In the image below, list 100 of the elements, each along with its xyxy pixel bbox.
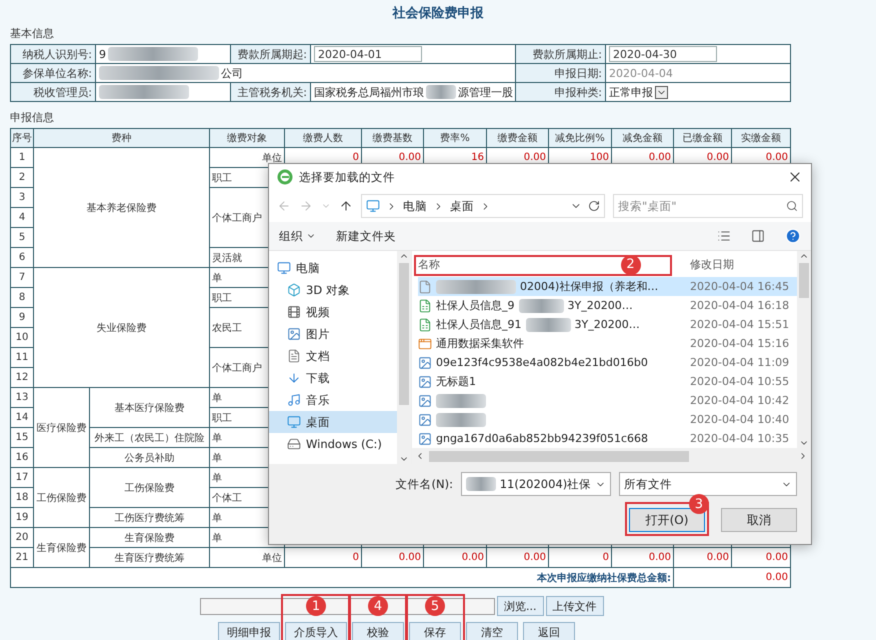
path-segment[interactable]: 电脑 — [403, 198, 427, 214]
row-number: 10 — [16, 332, 28, 343]
row-number: 12 — [16, 372, 28, 383]
file-name: 3Y_20200… — [574, 318, 640, 331]
action-button[interactable]: 明细申报 — [218, 622, 280, 640]
preview-pane-icon[interactable] — [751, 229, 765, 243]
payer-type: 职工 — [212, 172, 232, 184]
column-header[interactable]: 修改日期 — [690, 256, 797, 272]
payer-type: 单 — [212, 272, 222, 284]
refresh-icon[interactable] — [588, 200, 600, 212]
desktop-icon — [287, 415, 301, 429]
action-button[interactable]: 校验 — [352, 622, 404, 640]
field-label: 申报种类: — [554, 84, 602, 100]
row-number: 19 — [16, 512, 28, 523]
payer-type: 单位 — [262, 152, 282, 164]
field-value: 国家税务总局福州市琅 — [314, 84, 424, 100]
row-number: 9 — [18, 312, 26, 323]
film-icon — [287, 305, 301, 319]
dialog-title: 选择要加载的文件 — [299, 170, 395, 184]
open-button[interactable]: 打开(O) — [629, 508, 705, 532]
file-name-field[interactable]: 11(202004)社保 — [461, 472, 611, 496]
file-row[interactable]: 无标题1 2020-04-04 10:55 — [418, 372, 797, 391]
column-header: 实缴金额 — [741, 133, 781, 144]
scroll-thumb[interactable] — [399, 263, 409, 405]
dropdown-icon[interactable] — [655, 86, 668, 98]
organize-menu[interactable]: 组织 — [279, 228, 316, 244]
nav-item[interactable]: 桌面 — [269, 411, 397, 433]
action-button[interactable]: 返回 — [523, 622, 575, 640]
payer-type: 单 — [212, 472, 222, 484]
row-number: 5 — [18, 232, 26, 243]
nav-item[interactable]: 音乐 — [269, 389, 397, 411]
file-name: 社保人员信息_91 — [436, 317, 522, 332]
address-bar[interactable]: 电脑 桌面 — [361, 194, 605, 218]
payer-type: 单 — [212, 532, 222, 544]
total-label: 本次申报应缴纳社保费总金额: — [537, 572, 671, 584]
modified-date: 2020-04-04 10:55 — [690, 375, 790, 388]
column-header[interactable]: 名称 — [418, 256, 440, 272]
scrollbar[interactable] — [797, 251, 811, 448]
fee-category: 生育保险费 — [36, 542, 86, 554]
cancel-button[interactable]: 取消 — [721, 508, 797, 532]
field-label: 纳税人识别号: — [22, 46, 92, 62]
file-row[interactable]: 2020-04-04 10:42 — [418, 391, 797, 410]
help-icon[interactable] — [785, 228, 801, 244]
modified-date: 2020-04-04 10:40 — [690, 413, 790, 426]
payer-type: 灵活就 — [212, 252, 242, 264]
nav-item[interactable]: 电脑 — [269, 257, 397, 279]
scroll-thumb[interactable] — [799, 263, 809, 298]
file-name: 3Y_20200… — [568, 299, 633, 312]
file-type-select[interactable]: 所有文件 — [619, 472, 797, 496]
payer-type: 个体工 — [212, 492, 242, 504]
action-button[interactable]: 清空 — [466, 622, 518, 640]
scrollbar[interactable] — [412, 448, 811, 464]
row-number: 7 — [18, 272, 26, 283]
file-row[interactable]: 02004)社保申报（养老和… 2020-04-04 16:45 — [418, 277, 797, 296]
column-header: 减免金额 — [622, 133, 662, 144]
browser-logo-icon — [277, 169, 293, 185]
step-marker: 1 — [306, 596, 326, 616]
browse-button[interactable]: 浏览... — [497, 596, 544, 616]
fee-category: 工伤保险费 — [36, 492, 86, 504]
file-row[interactable]: 社保人员信息_9 3Y_20200… 2020-04-04 16:18 — [418, 296, 797, 315]
payer-type: 职工 — [212, 292, 232, 304]
file-row[interactable]: gnga167d0a6ab852bb94239f051c668 2020-04-04 10:35 — [418, 429, 797, 448]
row-number: 21 — [16, 552, 28, 563]
file-name: gnga167d0a6ab852bb94239f051c668 — [436, 432, 648, 445]
action-button[interactable]: 保存 — [409, 622, 461, 640]
new-folder-button[interactable]: 新建文件夹 — [336, 228, 396, 244]
file-name: 无标题1 — [436, 374, 476, 389]
file-row[interactable]: 通用数据采集软件 2020-04-04 15:16 — [418, 334, 797, 353]
page-title: 社会保险费申报 — [391, 5, 484, 23]
search-field[interactable]: 搜索"桌面" — [613, 194, 803, 218]
file-row[interactable]: 09e123f4c9538e4a082b4e21bd016b0 2020-04-04 11:09 — [418, 353, 797, 372]
nav-item[interactable]: 文档 — [269, 345, 397, 367]
nav-item[interactable]: 下载 — [269, 367, 397, 389]
fee-subcategory: 外来工（农民工）住院险 — [94, 432, 204, 444]
date-field[interactable]: 2020-04-01 — [314, 46, 422, 62]
up-icon[interactable] — [339, 199, 353, 213]
path-segment[interactable]: 桌面 — [450, 198, 474, 214]
nav-item[interactable]: Windows (C:) — [269, 433, 397, 455]
select-value[interactable]: 正常申报 — [609, 84, 653, 100]
row-number: 4 — [18, 212, 26, 223]
column-header: 减免比例% — [555, 133, 605, 144]
column-header: 费种 — [112, 133, 132, 144]
spreadsheet-icon — [418, 298, 432, 312]
upload-button[interactable]: 上传文件 — [546, 596, 604, 616]
modified-date: 2020-04-04 16:18 — [690, 299, 790, 312]
row-number: 11 — [16, 352, 28, 363]
nav-item[interactable]: 视频 — [269, 301, 397, 323]
column-header: 缴费基数 — [372, 133, 412, 144]
file-row[interactable]: 社保人员信息_91 3Y_20200… 2020-04-04 15:51 — [418, 315, 797, 334]
nav-item[interactable]: 3D 对象 — [269, 279, 397, 301]
action-button[interactable]: 介质导入 — [285, 622, 347, 640]
row-number: 15 — [16, 432, 28, 443]
nav-item[interactable]: 图片 — [269, 323, 397, 345]
scrollbar[interactable] — [397, 251, 411, 464]
file-row[interactable]: 2020-04-04 10:40 — [418, 410, 797, 429]
image-file-icon — [418, 432, 432, 446]
row-number: 16 — [16, 452, 28, 463]
date-field[interactable]: 2020-04-30 — [609, 46, 717, 62]
scroll-thumb[interactable] — [429, 450, 689, 462]
field-value: 2020-04-04 — [609, 66, 673, 80]
